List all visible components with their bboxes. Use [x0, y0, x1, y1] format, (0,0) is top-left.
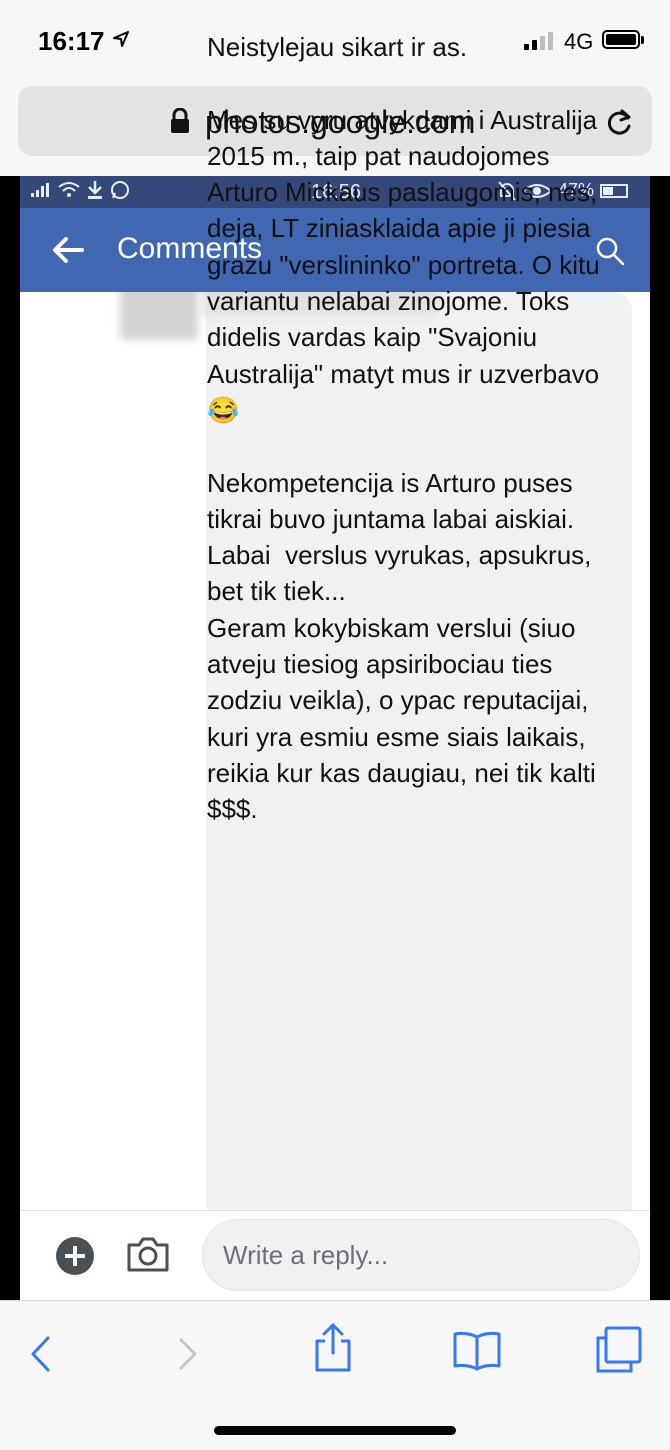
wifi-icon [58, 182, 80, 197]
back-arrow-icon[interactable] [52, 236, 84, 264]
camera-icon[interactable] [126, 1235, 170, 1273]
forward-icon[interactable] [176, 1337, 200, 1371]
back-icon[interactable] [28, 1335, 52, 1373]
avatar[interactable] [120, 292, 198, 340]
battery-icon [602, 30, 640, 49]
location-arrow-icon [113, 31, 129, 47]
reply-bar: Write a reply... [20, 1210, 650, 1301]
tabs-icon[interactable] [594, 1325, 644, 1375]
whatsapp-icon [111, 181, 129, 199]
bookmarks-icon[interactable] [452, 1331, 502, 1371]
signal-icon [31, 183, 49, 197]
reload-icon[interactable] [604, 106, 634, 138]
lock-icon [171, 108, 189, 133]
add-icon[interactable] [56, 1237, 94, 1275]
home-indicator [214, 1426, 456, 1435]
share-icon[interactable] [312, 1323, 354, 1373]
ios-clock: 16:17 [38, 26, 105, 56]
download-icon [88, 181, 102, 199]
reply-input[interactable]: Write a reply... [202, 1219, 640, 1291]
android-status-icons [30, 180, 130, 200]
comment-text: Neistylejau sikart ir as. Mes su vyru at… [207, 32, 600, 825]
battery-tip [641, 36, 644, 44]
